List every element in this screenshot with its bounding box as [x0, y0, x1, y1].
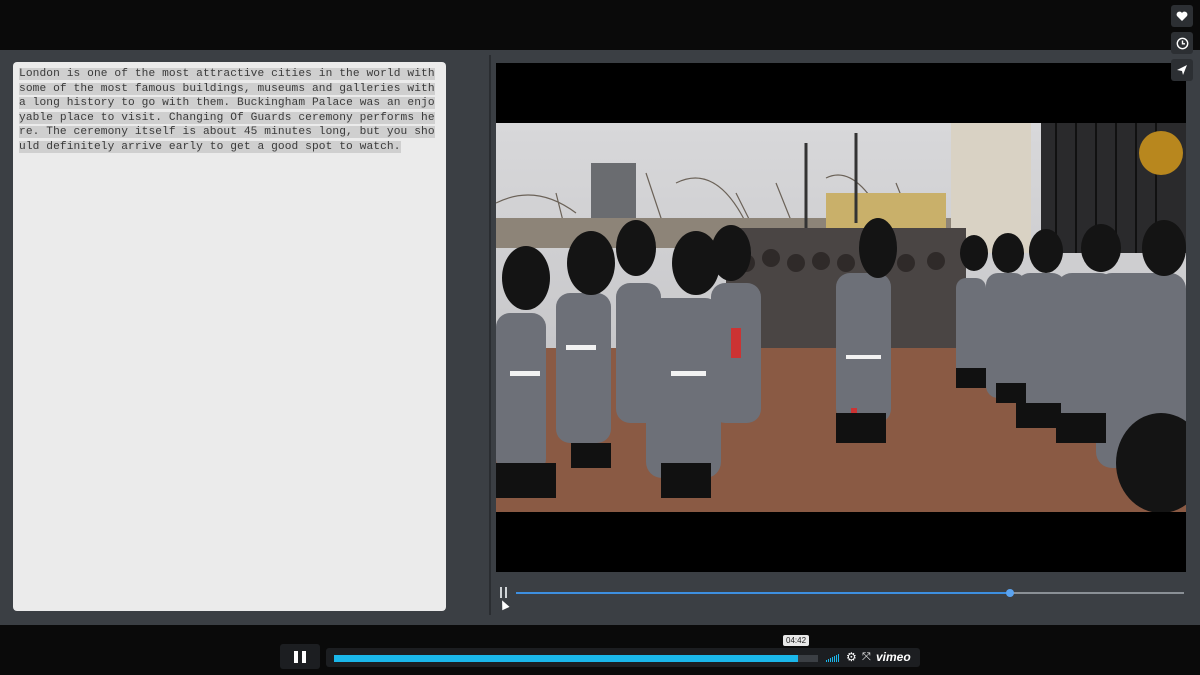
clock-icon — [1176, 37, 1188, 49]
seek-bar[interactable] — [334, 655, 818, 662]
pause-button[interactable] — [280, 644, 320, 669]
side-action-buttons — [1171, 5, 1193, 86]
pause-icon — [294, 651, 298, 663]
pause-icon-bar — [302, 651, 306, 663]
embedded-video-controls — [496, 582, 1186, 611]
passage-text: London is one of the most attractive cit… — [19, 67, 440, 155]
send-icon — [1177, 65, 1187, 75]
volume-icon[interactable] — [826, 654, 839, 662]
panel-divider — [489, 55, 491, 615]
watch-later-button[interactable] — [1171, 32, 1193, 54]
control-strip: 04:42 ⚙ ⤧ vimeo — [326, 635, 920, 667]
share-button[interactable] — [1171, 59, 1193, 81]
reading-text-panel[interactable]: London is one of the most attractive cit… — [13, 62, 446, 611]
time-tooltip: 04:42 — [783, 635, 810, 646]
video-scene-image — [496, 123, 1186, 512]
vimeo-player-controls: 04:42 ⚙ ⤧ vimeo — [280, 635, 920, 669]
like-button[interactable] — [1171, 5, 1193, 27]
vimeo-logo[interactable]: vimeo — [876, 650, 911, 664]
embedded-video[interactable] — [496, 63, 1186, 572]
inner-pause-icon[interactable] — [500, 587, 508, 598]
fullscreen-icon[interactable]: ⤧ — [862, 651, 871, 664]
settings-gear-icon[interactable]: ⚙ — [846, 651, 857, 664]
inner-seek-handle[interactable] — [1006, 589, 1015, 597]
inner-seek-fill — [516, 592, 1011, 594]
heart-icon — [1176, 11, 1188, 21]
inner-seek-bar[interactable] — [516, 589, 1184, 597]
seek-bar-fill — [334, 655, 798, 662]
